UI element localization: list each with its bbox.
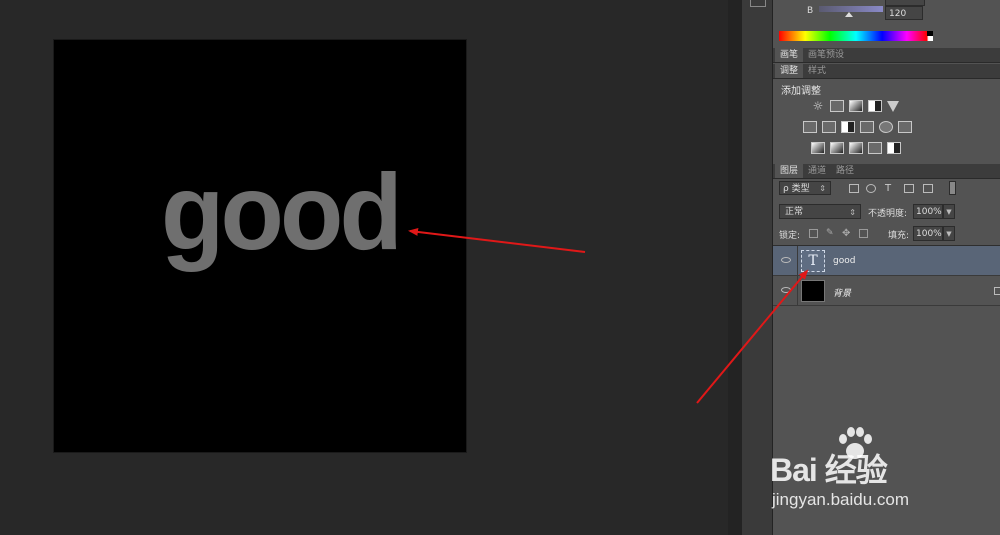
- canvas-text-good[interactable]: good: [161, 158, 403, 266]
- layer-row-background[interactable]: 背景: [773, 276, 1000, 306]
- color-balance-icon[interactable]: [822, 121, 836, 133]
- invert-icon[interactable]: [811, 142, 825, 154]
- layer-row-good[interactable]: T good: [773, 246, 1000, 276]
- tab-layers[interactable]: 图层: [775, 164, 804, 178]
- blend-mode-select[interactable]: 正常 ⇕: [779, 204, 861, 219]
- fill-label: 填充:: [888, 231, 910, 241]
- lock-transparent-icon[interactable]: [809, 229, 818, 238]
- layer-name[interactable]: 背景: [833, 286, 851, 299]
- baidu-jingyan-watermark: Bai 经验 jingyan.baidu.com: [765, 425, 995, 530]
- lock-position-icon[interactable]: ✥: [842, 229, 851, 239]
- filter-pixel-icon[interactable]: [849, 184, 859, 193]
- chevron-updown-icon: ⇕: [819, 184, 826, 193]
- threshold-icon[interactable]: [849, 142, 863, 154]
- lock-label: 锁定:: [779, 231, 801, 241]
- opacity-field[interactable]: 100%: [913, 204, 943, 219]
- layer-column-divider: [797, 276, 798, 306]
- dock-panel-icon[interactable]: [750, 0, 766, 7]
- brightness-icon[interactable]: ☼: [811, 100, 825, 112]
- layer-name[interactable]: good: [833, 256, 855, 266]
- fill-dropdown-button[interactable]: ▼: [943, 226, 955, 241]
- type-layer-thumbnail[interactable]: T: [801, 250, 825, 272]
- color-b-slider-thumb[interactable]: [845, 12, 853, 17]
- tab-paths[interactable]: 路径: [831, 164, 859, 178]
- hue-saturation-icon[interactable]: [803, 121, 817, 133]
- gradient-map-icon[interactable]: [868, 142, 882, 154]
- adjustment-row-2: [803, 121, 912, 133]
- add-adjustment-title: 添加调整: [781, 86, 821, 97]
- adjustment-row-1: ☼: [811, 100, 899, 112]
- eye-icon[interactable]: [781, 257, 791, 263]
- black-white-icon[interactable]: [841, 121, 855, 133]
- fill-field[interactable]: 100%: [913, 226, 943, 241]
- layer-filter-select[interactable]: ρ 类型 ⇕: [779, 181, 831, 195]
- filter-toggle-switch[interactable]: [949, 181, 956, 195]
- tab-channels[interactable]: 通道: [803, 164, 831, 178]
- filter-adjustment-icon[interactable]: [866, 184, 876, 193]
- tab-styles[interactable]: 样式: [803, 64, 831, 78]
- canvas-workspace: good: [0, 0, 728, 535]
- color-spectrum-bar[interactable]: [779, 31, 933, 41]
- lock-all-icon[interactable]: [859, 229, 868, 238]
- layer-filter-label: ρ 类型: [783, 184, 810, 194]
- opacity-dropdown-button[interactable]: ▼: [943, 204, 955, 219]
- opacity-label: 不透明度:: [868, 209, 908, 219]
- adjustments-tabbar: 调整 样式: [773, 64, 1000, 79]
- brush-tabbar: 画笔 画笔预设: [773, 48, 1000, 63]
- spectrum-black-swatch[interactable]: [927, 31, 933, 36]
- layer-column-divider: [797, 246, 798, 276]
- posterize-icon[interactable]: [830, 142, 844, 154]
- adjustment-row-3: [811, 142, 901, 154]
- tab-brush-presets[interactable]: 画笔预设: [803, 48, 849, 62]
- background-layer-thumbnail[interactable]: [801, 280, 825, 302]
- color-lookup-icon[interactable]: [898, 121, 912, 133]
- filter-shape-icon[interactable]: [904, 184, 914, 193]
- tab-adjustments[interactable]: 调整: [775, 64, 804, 78]
- eye-icon[interactable]: [781, 287, 791, 293]
- levels-icon[interactable]: [830, 100, 844, 112]
- selective-color-icon[interactable]: [887, 142, 901, 154]
- tab-brush[interactable]: 画笔: [775, 48, 804, 62]
- lock-icon[interactable]: [994, 287, 1000, 295]
- layers-tabbar: 图层 通道 路径: [773, 164, 1000, 179]
- panel-divider: [728, 0, 742, 535]
- vibrance-icon[interactable]: [887, 101, 899, 112]
- exposure-icon[interactable]: [868, 100, 882, 112]
- watermark-url: jingyan.baidu.com: [772, 490, 910, 509]
- document-canvas[interactable]: good: [54, 40, 466, 452]
- color-b-label: B: [807, 6, 814, 16]
- channel-mixer-icon[interactable]: [879, 121, 893, 133]
- lock-pixels-icon[interactable]: ✎: [826, 229, 835, 238]
- filter-smart-object-icon[interactable]: [923, 184, 933, 193]
- chevron-updown-icon: ⇕: [849, 208, 856, 217]
- curves-icon[interactable]: [849, 100, 863, 112]
- blend-mode-value: 正常: [785, 207, 804, 217]
- color-b-value-field[interactable]: 120: [885, 6, 923, 20]
- photo-filter-icon[interactable]: [860, 121, 874, 133]
- filter-type-icon[interactable]: T: [885, 184, 895, 194]
- watermark-logo-text: Bai 经验: [770, 452, 888, 488]
